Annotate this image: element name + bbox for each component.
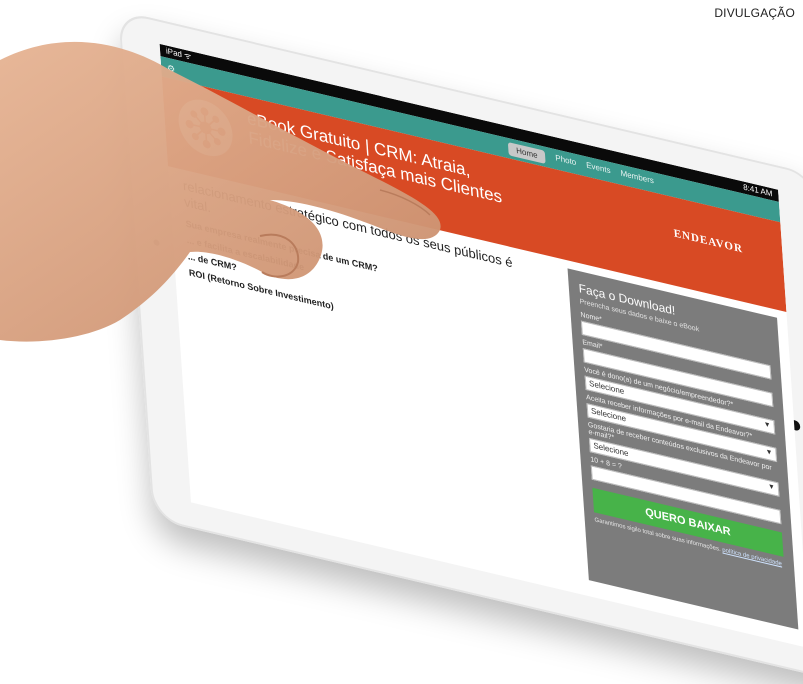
download-form: Faça o Download! Preencha seus dados e b…: [567, 268, 799, 630]
tab-events[interactable]: Events: [586, 160, 611, 179]
photo-credit: DIVULGAÇÃO: [714, 6, 795, 20]
endeavor-logo: ENDEAVOR: [673, 227, 744, 256]
tablet-screen: iPad ᯤ 8:41 AM ⚙ Home Photo Events Membe…: [159, 43, 803, 649]
chevron-down-icon: ▼: [767, 483, 776, 492]
tab-photo[interactable]: Photo: [555, 153, 577, 171]
tablet-device: iPad ᯤ 8:41 AM ⚙ Home Photo Events Membe…: [118, 10, 803, 684]
settings-icon[interactable]: ⚙: [167, 62, 176, 75]
network-logo-icon: [176, 94, 235, 162]
camera-icon: [153, 238, 160, 247]
chevron-down-icon: ▼: [763, 420, 771, 430]
chevron-down-icon: ▼: [765, 448, 773, 458]
